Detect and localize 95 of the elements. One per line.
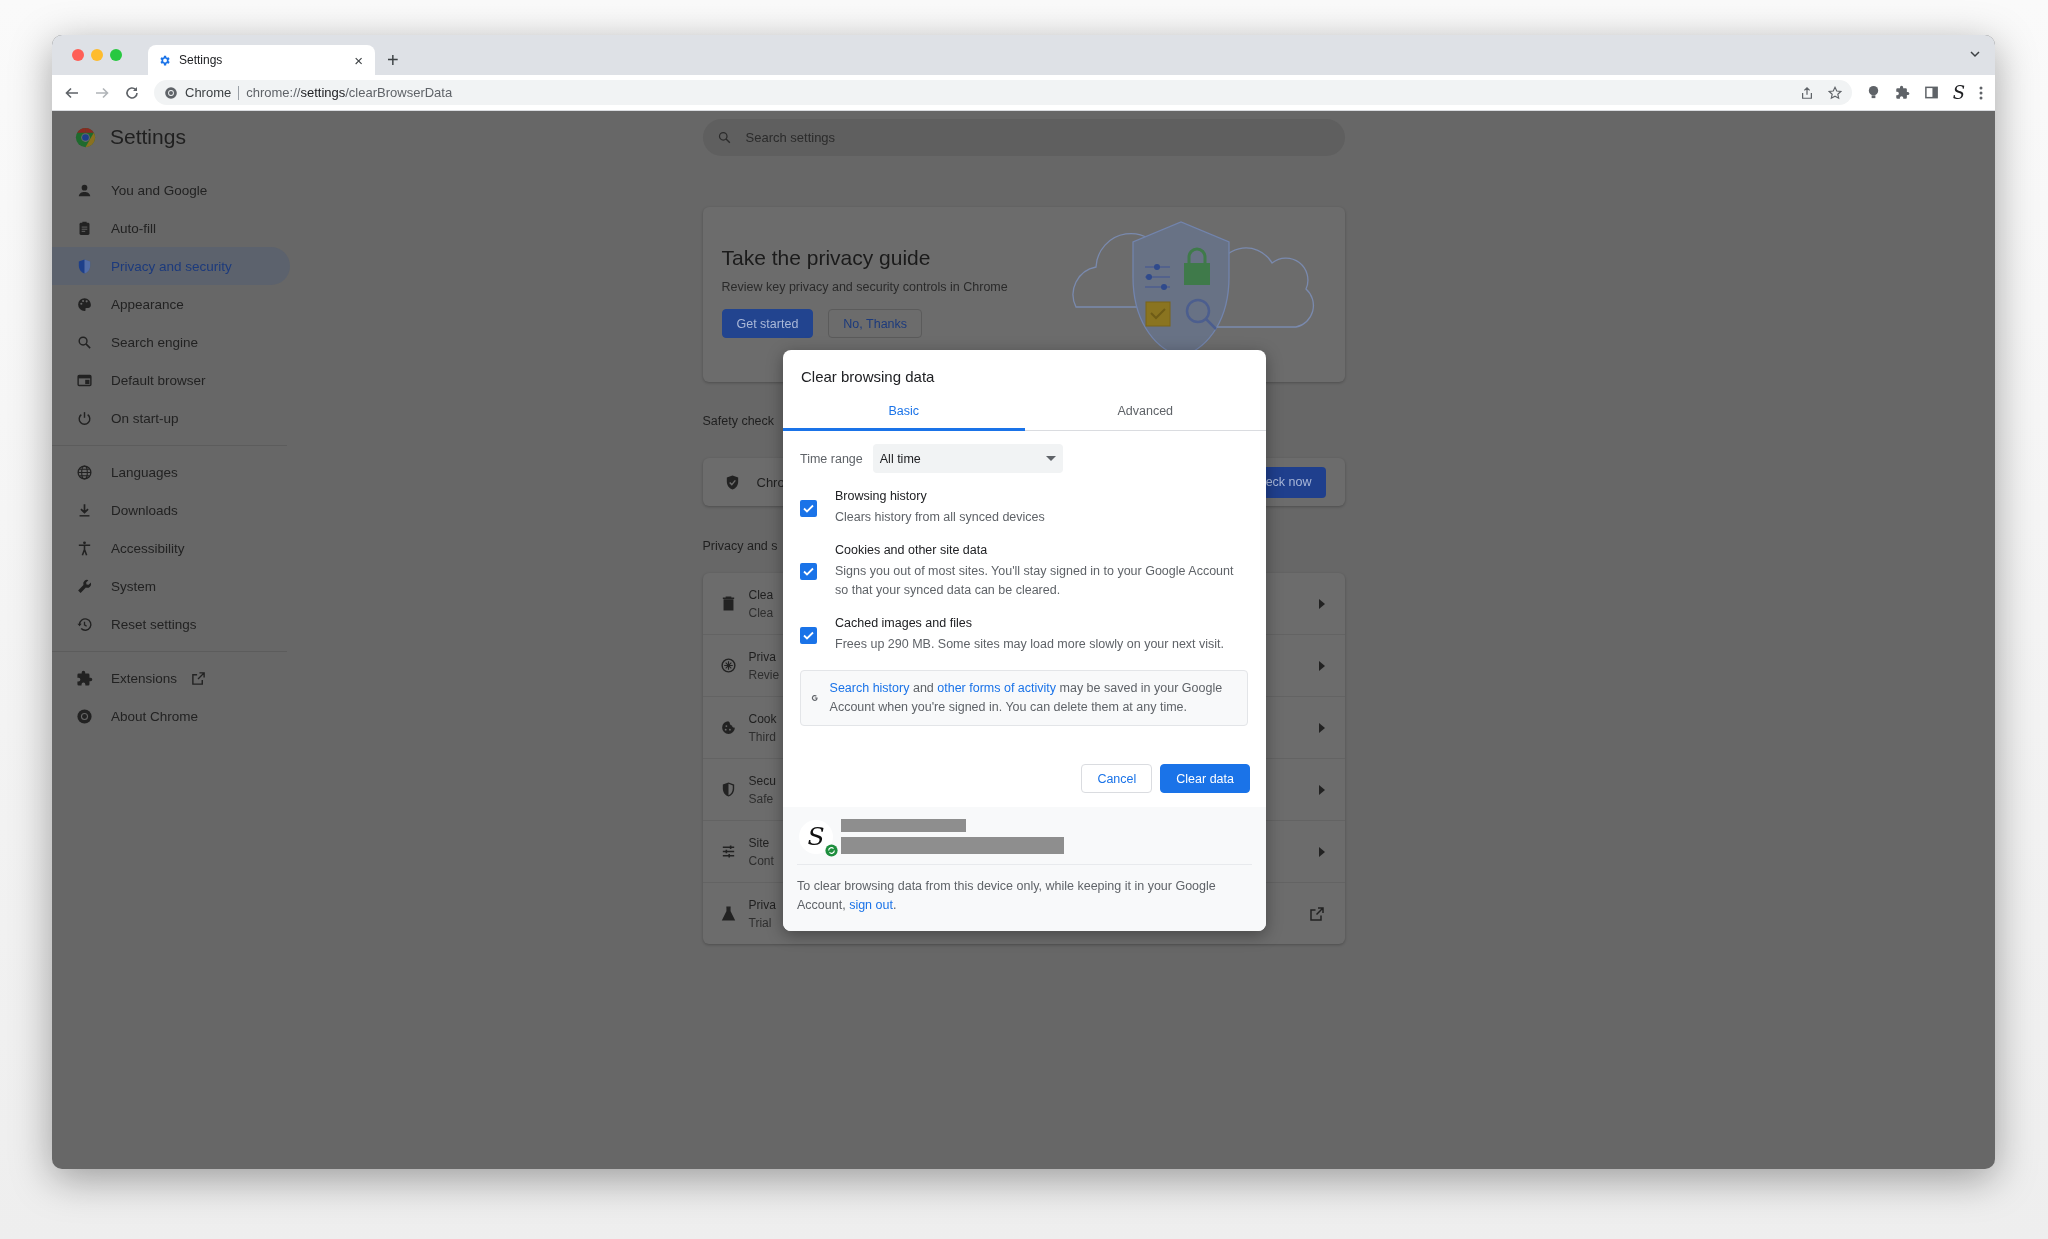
info-text: Search history and other forms of activity may be saved in your Google Account when you're signed in. You can delete them at any time. bbox=[829, 680, 1224, 716]
browser-tab[interactable]: Settings × bbox=[148, 45, 375, 75]
checkmark-icon bbox=[803, 503, 814, 513]
url-text: chrome://settings/clearBrowserData bbox=[246, 85, 453, 100]
caret-right-icon[interactable] bbox=[1318, 784, 1325, 795]
caret-down-icon bbox=[1045, 456, 1056, 461]
gear-icon bbox=[158, 53, 171, 67]
sidebar-item[interactable]: Default browser bbox=[52, 361, 290, 399]
sidebar-item[interactable]: You and Google bbox=[52, 171, 290, 209]
row-subtitle: Cont bbox=[748, 853, 774, 868]
sidebar-item[interactable]: Appearance bbox=[52, 285, 290, 323]
external-link-icon[interactable] bbox=[1308, 905, 1325, 922]
sidebar-item[interactable]: On start-up bbox=[52, 399, 290, 437]
globe-icon bbox=[76, 463, 93, 481]
get-started-button[interactable]: Get started bbox=[721, 309, 814, 338]
window-control[interactable] bbox=[72, 49, 84, 61]
row-subtitle: Clea bbox=[748, 605, 774, 620]
caret-right-icon[interactable] bbox=[1318, 660, 1325, 671]
chrome-logo-icon bbox=[76, 707, 93, 725]
chrome-logo-icon bbox=[75, 126, 96, 148]
site-label: Chrome bbox=[185, 85, 232, 100]
checkmark-icon bbox=[803, 630, 814, 640]
sidebar-item[interactable]: Extensions bbox=[52, 659, 290, 697]
new-tab-button[interactable]: + bbox=[383, 49, 403, 72]
row-title: Clea bbox=[748, 587, 774, 602]
star-icon[interactable] bbox=[1827, 85, 1842, 100]
address-bar[interactable]: Chrome chrome://settings/clearBrowserData bbox=[154, 80, 1852, 105]
link[interactable]: Search history bbox=[829, 681, 910, 695]
section-heading: Privacy and s bbox=[702, 538, 778, 555]
time-range-dropdown[interactable]: All time bbox=[872, 444, 1063, 473]
footer-text: To clear browsing data from this device only, while keeping it in your Google Account, sign out. bbox=[797, 878, 1217, 914]
row-title: Cook bbox=[748, 711, 777, 726]
dialog-title: Clear browsing data bbox=[800, 367, 936, 387]
reload-icon[interactable] bbox=[124, 84, 140, 101]
cancel-button[interactable]: Cancel bbox=[1081, 764, 1153, 793]
link[interactable]: other forms of activity bbox=[937, 681, 1057, 695]
sidebar-item[interactable]: Reset settings bbox=[52, 605, 290, 643]
caret-right-icon[interactable] bbox=[1318, 722, 1325, 733]
clear-data-button[interactable]: Clear data bbox=[1160, 764, 1250, 793]
wrench-icon bbox=[76, 577, 93, 595]
share-icon[interactable] bbox=[1799, 85, 1814, 100]
card-description: Review key privacy and security controls in Chrome bbox=[721, 280, 1009, 294]
option-title: Cookies and other site data bbox=[835, 543, 989, 558]
puzzle-icon bbox=[76, 669, 93, 687]
option-description: Signs you out of most sites. You'll stay signed in to your Google Account so that your synced data can be cleared. bbox=[835, 563, 1235, 599]
card-title: Take the privacy guide bbox=[721, 246, 932, 270]
accessibility-icon bbox=[76, 539, 93, 557]
caret-right-icon[interactable] bbox=[1318, 598, 1325, 609]
checkmark-icon bbox=[803, 567, 814, 576]
row-title: Priva bbox=[748, 897, 776, 912]
row-subtitle: Safe bbox=[748, 791, 775, 806]
avatar-letter: S bbox=[807, 824, 825, 849]
settings-title: Settings bbox=[110, 125, 186, 149]
field-label: Time range bbox=[800, 451, 863, 466]
caret-right-icon[interactable] bbox=[1318, 846, 1325, 857]
sidebar-item[interactable]: System bbox=[52, 567, 290, 605]
row-title: Secu bbox=[748, 773, 776, 788]
sidebar-item[interactable]: Search engine bbox=[52, 323, 290, 361]
checkbox[interactable] bbox=[800, 626, 817, 644]
chevron-down-icon[interactable] bbox=[1969, 48, 1981, 60]
close-tab-button[interactable]: × bbox=[352, 51, 365, 69]
dialog-tab[interactable]: Advanced bbox=[1024, 399, 1266, 431]
sidebar-item[interactable]: Auto-fill bbox=[52, 209, 290, 247]
row-title: Site bbox=[748, 835, 771, 850]
history-icon bbox=[76, 615, 93, 633]
link[interactable]: sign out bbox=[849, 898, 893, 912]
option-description: Frees up 290 MB. Some sites may load more slowly on your next visit. bbox=[835, 636, 1225, 653]
chrome-logo-icon bbox=[164, 85, 178, 100]
option-title: Cached images and files bbox=[835, 616, 973, 631]
search-icon bbox=[716, 130, 732, 145]
shield-icon bbox=[76, 257, 93, 275]
row-subtitle: Trial bbox=[748, 915, 773, 930]
palette-icon bbox=[76, 295, 93, 313]
checkbox[interactable] bbox=[800, 499, 817, 517]
dialog-tab[interactable]: Basic bbox=[783, 399, 1025, 431]
sidebar-item[interactable]: Downloads bbox=[52, 491, 290, 529]
sidebar-item[interactable]: Languages bbox=[52, 453, 290, 491]
flask-icon bbox=[719, 905, 737, 922]
menu-icon[interactable] bbox=[1979, 85, 1983, 100]
power-icon bbox=[76, 409, 93, 427]
puzzle-icon[interactable] bbox=[1894, 85, 1910, 100]
section-heading: Safety check bbox=[702, 413, 775, 430]
sidebar-item[interactable]: Accessibility bbox=[52, 529, 290, 567]
row-title: Priva bbox=[748, 649, 777, 664]
profile-button[interactable]: S bbox=[1952, 82, 1965, 103]
checkbox[interactable] bbox=[800, 563, 817, 580]
row-subtitle: Third bbox=[748, 729, 777, 744]
cookie-icon bbox=[719, 719, 737, 736]
side-panel-icon[interactable] bbox=[1923, 85, 1939, 100]
option-title: Browsing history bbox=[835, 489, 928, 504]
sidebar-item[interactable]: About Chrome bbox=[52, 697, 290, 735]
external-link-icon bbox=[191, 670, 207, 686]
row-subtitle: Revie bbox=[748, 667, 780, 682]
compass-icon bbox=[719, 657, 737, 674]
option-description: Clears history from all synced devices bbox=[835, 509, 1045, 526]
